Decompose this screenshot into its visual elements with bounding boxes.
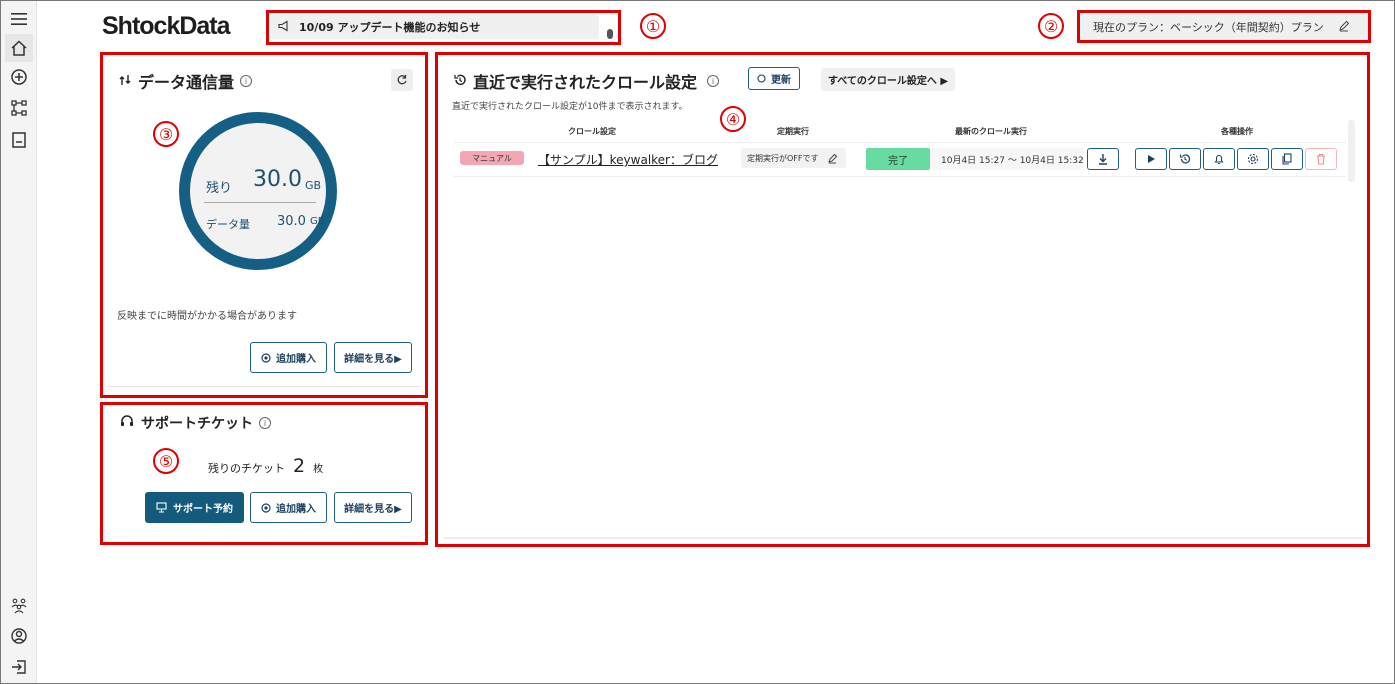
annotation-number-4: ④ [720,106,746,132]
annotation-number-3: ③ [153,121,179,147]
logout-icon[interactable] [5,653,33,681]
annotation-box-5 [100,402,428,545]
annotation-number-1: ① [640,13,666,39]
sidebar [1,1,37,683]
annotation-box-2 [1077,10,1371,43]
home-icon[interactable] [5,34,33,62]
annotation-number-2: ② [1038,13,1064,39]
annotation-box-4 [435,52,1370,547]
workflow-icon[interactable] [5,94,33,122]
annotation-box-1 [266,10,621,45]
menu-icon[interactable] [5,5,33,33]
add-crawl-icon[interactable] [5,63,33,91]
annotation-number-5: ⑤ [153,448,179,474]
account-icon[interactable] [5,622,33,650]
annotation-box-3 [100,52,428,398]
team-icon[interactable] [5,592,33,620]
app-logo[interactable]: ShtockData [102,12,231,41]
document-icon[interactable] [5,126,33,154]
